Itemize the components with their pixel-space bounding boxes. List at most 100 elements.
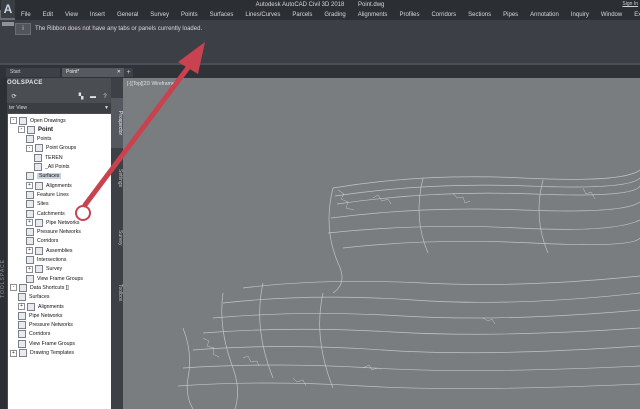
node-icon	[19, 116, 27, 125]
file-tab-bar: Start Point* ✕ +	[0, 65, 640, 78]
drawing-viewport[interactable]: [-][Top][2D Wireframe]	[123, 78, 640, 409]
menu-item-parcels[interactable]: Parcels	[286, 10, 318, 20]
tree-view-icon[interactable]: ▚	[77, 93, 85, 101]
tree-node-label: Surfaces	[37, 173, 62, 180]
node-icon	[19, 283, 27, 292]
menu-item-pipes[interactable]: Pipes	[497, 10, 524, 20]
tab-start-label: Start	[10, 69, 21, 75]
menu-item-inquiry[interactable]: Inquiry	[565, 10, 595, 20]
tab-prospector[interactable]: Prospector	[111, 98, 123, 148]
tree-node[interactable]: - Open Drawings	[10, 116, 66, 125]
info-icon: i	[15, 23, 31, 35]
menu-item-survey[interactable]: Survey	[144, 10, 175, 20]
expand-icon[interactable]: +	[26, 219, 33, 227]
view-select[interactable]: ter View ▼	[7, 103, 111, 113]
tab-start[interactable]: Start	[6, 68, 60, 77]
help-icon[interactable]: ?	[101, 93, 109, 101]
app-menu-button[interactable]: A	[1, 0, 15, 18]
expand-icon[interactable]: +	[26, 247, 33, 255]
menu-item-edit[interactable]: Edit	[37, 10, 59, 20]
tree-node-label: View Frame Groups	[37, 275, 84, 282]
tree-node[interactable]: + Survey	[26, 265, 62, 274]
tree-node[interactable]: - Point	[18, 125, 53, 134]
tree-node[interactable]: + Alignments	[26, 181, 72, 190]
menu-item-general[interactable]: General	[111, 10, 144, 20]
tree-node-label: View Frame Groups	[29, 340, 76, 347]
menu-item-profiles[interactable]: Profiles	[393, 10, 425, 20]
menu-item-alignments[interactable]: Alignments	[352, 10, 394, 20]
menu-item-grading[interactable]: Grading	[318, 10, 351, 20]
tree-node[interactable]: _All Points	[34, 163, 70, 172]
tree-node-label: Corridors	[37, 238, 59, 245]
item-view-icon[interactable]: ▬	[89, 93, 97, 101]
close-icon[interactable]: ✕	[117, 68, 121, 77]
menu-item-points[interactable]: Points	[175, 10, 204, 20]
tree-node[interactable]: Pipe Networks	[18, 311, 62, 320]
menu-item-surfaces[interactable]: Surfaces	[204, 10, 240, 20]
menu-item-annotation[interactable]: Annotation	[524, 10, 565, 20]
collapse-icon[interactable]: -	[26, 144, 33, 152]
tree-node[interactable]: Surfaces	[26, 172, 62, 181]
tree-node[interactable]: TEREN	[34, 153, 63, 162]
tree-node[interactable]: + Drawing Templates	[10, 349, 74, 358]
tree-node[interactable]: Pressure Networks	[18, 321, 73, 330]
tree-node[interactable]: Catchments	[26, 209, 65, 218]
tree-node[interactable]: Intersections	[26, 256, 66, 265]
tree-node-label: Corridors	[29, 331, 51, 338]
node-icon	[35, 246, 43, 255]
sign-in-link[interactable]: Sign In	[622, 1, 638, 7]
tree-node[interactable]: Feature Lines	[26, 190, 69, 199]
tree-node-label: Drawing Templates	[30, 350, 75, 356]
expand-icon[interactable]: +	[26, 182, 33, 190]
tree-node[interactable]: + Pipe Networks	[26, 218, 79, 227]
tab-toolbox[interactable]: Toolbox	[111, 273, 123, 313]
tree-node[interactable]: + Alignments	[18, 302, 64, 311]
tree-node-label: Feature Lines	[37, 191, 69, 198]
node-icon	[27, 302, 35, 311]
tab-survey[interactable]: Survey	[111, 218, 123, 258]
tab-point[interactable]: Point* ✕	[62, 68, 124, 77]
annotation-badge: 1	[75, 205, 91, 221]
ribbon-grip[interactable]	[2, 22, 14, 26]
menu-item-express[interactable]: Express	[628, 10, 640, 20]
menu-item-window[interactable]: Window	[595, 10, 628, 20]
expand-icon[interactable]: +	[18, 303, 25, 310]
tree-node[interactable]: + Assemblies	[26, 246, 73, 255]
tree-node[interactable]: Corridors	[26, 237, 58, 246]
tree-node-label: Catchments	[37, 210, 65, 217]
tree-node-label: Intersections	[37, 257, 67, 263]
tab-settings[interactable]: Settings	[111, 158, 123, 198]
tree-node[interactable]: Corridors	[18, 330, 50, 339]
tree-node-label: TEREN	[45, 154, 63, 161]
node-icon	[19, 349, 27, 357]
tree-node[interactable]: - Data Shortcuts []	[10, 283, 69, 292]
menu-item-corridors[interactable]: Corridors	[425, 10, 462, 20]
menu-item-sections[interactable]: Sections	[462, 10, 497, 20]
menu-item-file[interactable]: File	[15, 10, 37, 20]
menu-item-view[interactable]: View	[59, 10, 84, 20]
tree-node-label: Open Drawings	[30, 117, 66, 124]
collapse-icon[interactable]: -	[18, 126, 25, 134]
collapse-icon[interactable]: -	[10, 284, 17, 292]
tree-node[interactable]: Pressure Networks	[26, 228, 81, 237]
tree-node-label: Point Groups	[46, 145, 77, 152]
window-title: Autodesk AutoCAD Civil 3D 2018 Point.dwg	[0, 0, 640, 10]
tree-node-label: Survey	[46, 266, 63, 273]
tree-node[interactable]: - Point Groups	[26, 144, 76, 153]
new-tab-button[interactable]: +	[124, 68, 133, 77]
prospector-tree: - Open Drawings - Point Points - Point Groups T…	[8, 114, 111, 409]
menu-item-lines-curves[interactable]: Lines/Curves	[239, 10, 286, 20]
tree-node[interactable]: View Frame Groups	[26, 274, 83, 283]
collapse-icon[interactable]: -	[10, 117, 17, 124]
tree-node[interactable]: View Frame Groups	[18, 339, 75, 348]
view-select-value: ter View	[9, 105, 27, 111]
tree-node[interactable]: Points	[26, 135, 51, 144]
node-icon	[34, 163, 42, 171]
expand-icon[interactable]: +	[10, 349, 17, 357]
expand-icon[interactable]: +	[26, 265, 33, 273]
tree-node[interactable]: Sites	[26, 200, 49, 209]
menu-item-insert[interactable]: Insert	[84, 10, 111, 20]
refresh-icon[interactable]: ⟳	[10, 93, 18, 101]
tree-node-label: Alignments	[46, 182, 72, 189]
tree-node[interactable]: Surfaces	[18, 293, 49, 302]
